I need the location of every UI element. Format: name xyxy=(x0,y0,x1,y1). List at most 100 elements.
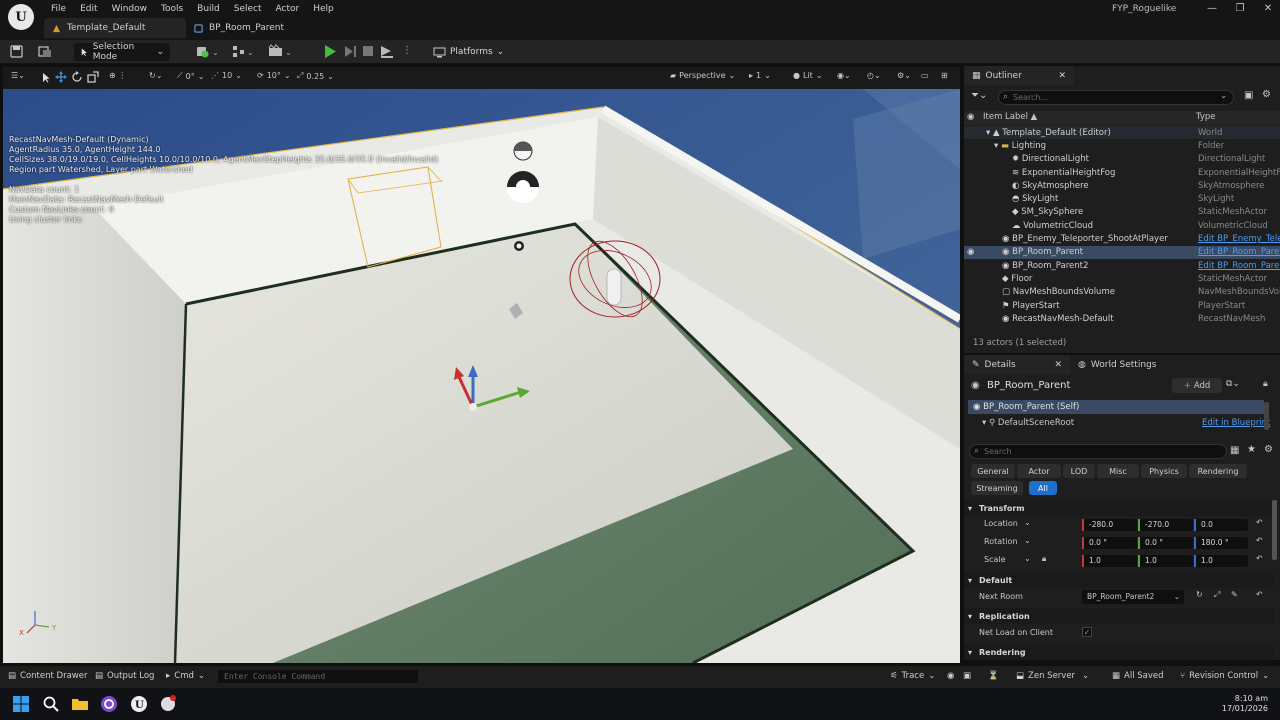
component-scrollbar[interactable] xyxy=(1264,402,1269,430)
reset-arrow-icon[interactable]: ↶ xyxy=(1256,590,1263,599)
location-y-field[interactable]: -270.0 xyxy=(1138,519,1193,531)
stop-icon[interactable] xyxy=(362,45,374,57)
list-item[interactable]: ✹ DirectionalLight DirectionalLight xyxy=(964,153,1280,166)
zen-server-button[interactable]: ⬓ Zen Server xyxy=(1016,671,1075,681)
chevron-down-icon[interactable]: ⌄ xyxy=(1024,518,1031,527)
list-item[interactable]: ≋ ExponentialHeightFog ExponentialHeightF… xyxy=(964,166,1280,179)
menu-actor[interactable]: Actor xyxy=(269,2,307,16)
close-icon[interactable]: ✕ xyxy=(1254,3,1280,14)
scale-x-field[interactable]: 1.0 xyxy=(1082,555,1137,567)
next-room-dropdown[interactable]: BP_Room_Parent2 ⌄ xyxy=(1082,590,1184,604)
file-explorer-icon[interactable] xyxy=(71,695,89,713)
level-viewport[interactable]: Y X RecastNavMesh-Default (Dynamic) Agen… xyxy=(3,89,960,663)
rotation-z-field[interactable]: 180.0 ° xyxy=(1194,537,1248,549)
list-item[interactable]: ⚑ PlayerStart PlayerStart xyxy=(964,299,1280,312)
blueprint-options-icon[interactable]: ⧉⌄ xyxy=(1226,379,1240,389)
category-streaming[interactable]: Streaming xyxy=(971,481,1023,495)
maximize-icon[interactable]: ❐ xyxy=(1226,3,1254,14)
category-lod[interactable]: LOD xyxy=(1063,464,1095,478)
scale-label[interactable]: Scale xyxy=(984,555,1006,564)
list-item[interactable]: ☁ VolumetricCloud VolumetricCloud xyxy=(964,219,1280,232)
unreal-logo-icon[interactable]: U xyxy=(8,4,34,30)
rotation-label[interactable]: Rotation xyxy=(984,537,1017,546)
category-misc[interactable]: Misc xyxy=(1097,464,1139,478)
eject-icon[interactable] xyxy=(380,44,394,59)
use-selected-icon[interactable]: ↻ xyxy=(1196,590,1203,599)
close-icon[interactable]: ✕ xyxy=(1058,71,1066,81)
menu-edit[interactable]: Edit xyxy=(73,2,104,16)
details-settings-gear-icon[interactable]: ⚙ xyxy=(1264,444,1273,455)
item-label-column[interactable]: Item Label ▲ xyxy=(983,112,1037,122)
list-item[interactable]: ◆ SM_SkySphere StaticMeshActor xyxy=(964,206,1280,219)
category-general[interactable]: General xyxy=(971,464,1015,478)
cmd-button[interactable]: ▸ Cmd ⌄ xyxy=(166,671,205,681)
rotation-snap-button[interactable]: ⟋ 0° ⌄ xyxy=(177,71,204,81)
play-icon[interactable] xyxy=(323,44,337,59)
menu-tools[interactable]: Tools xyxy=(154,2,190,16)
menu-file[interactable]: File xyxy=(44,2,73,16)
rotate-tool-icon[interactable] xyxy=(71,71,83,83)
add-actor-icon[interactable]: ⌄ xyxy=(196,44,218,59)
type-column[interactable]: Type xyxy=(1196,112,1216,122)
replication-section-header[interactable]: ▾ Replication xyxy=(964,608,1274,624)
screenshot-icon[interactable]: ▣ xyxy=(963,671,971,681)
revision-control-button[interactable]: ⑂ Revision Control ⌄ xyxy=(1180,671,1269,681)
list-item[interactable]: ▾ ▲ Template_Default (Editor) World xyxy=(964,126,1280,140)
category-rendering[interactable]: Rendering xyxy=(1189,464,1247,478)
derived-data-icon[interactable]: ⏳ xyxy=(988,671,999,681)
list-item-selected[interactable]: ◉ ◉ BP_Room_Parent Edit BP_Room_Parent xyxy=(964,245,1280,259)
menu-select[interactable]: Select xyxy=(227,2,269,16)
translate-tool-icon[interactable] xyxy=(55,71,67,83)
windows-start-icon[interactable] xyxy=(12,695,30,713)
close-icon[interactable]: ✕ xyxy=(1054,360,1062,370)
trace-button[interactable]: ⚟ Trace ⌄ xyxy=(890,671,935,681)
favorites-star-icon[interactable]: ★ xyxy=(1247,444,1256,455)
list-item[interactable]: ▢ NavMeshBoundsVolumeNavMeshBoundsVolume xyxy=(964,286,1280,299)
edit-in-blueprint-link[interactable]: Edit in Blueprint xyxy=(1202,418,1270,428)
tab-bp-room-parent[interactable]: BP_Room_Parent xyxy=(186,18,296,38)
performance-icon[interactable]: ◴⌄ xyxy=(867,71,881,80)
visibility-eye-icon[interactable]: ◉ xyxy=(967,112,974,122)
show-flags-icon[interactable]: ◉⌄ xyxy=(837,71,851,80)
select-tool-icon[interactable] xyxy=(41,72,51,83)
tab-world-settings[interactable]: ◍ World Settings xyxy=(1070,355,1170,374)
list-item[interactable]: ◆ Floor StaticMeshActor xyxy=(964,272,1280,285)
reset-arrow-icon[interactable]: ↶ xyxy=(1256,536,1263,545)
content-drawer-button[interactable]: ▤ Content Drawer xyxy=(8,671,87,681)
category-physics[interactable]: Physics xyxy=(1141,464,1187,478)
camera-speed-button[interactable]: ▸ 1 ⌄ xyxy=(749,71,771,80)
category-actor[interactable]: Actor xyxy=(1017,464,1061,478)
perspective-button[interactable]: ▰ Perspective ⌄ xyxy=(670,71,735,80)
github-desktop-icon[interactable] xyxy=(159,695,177,713)
record-icon[interactable]: ◉ xyxy=(947,671,954,681)
details-search-input[interactable]: ⌕ Search xyxy=(969,444,1227,459)
world-local-icon[interactable]: ⊕ ⋮ xyxy=(109,71,126,80)
settings-gear-icon[interactable]: ⚙ xyxy=(1262,89,1271,100)
play-options-icon[interactable]: ⋮ xyxy=(402,45,412,56)
menu-window[interactable]: Window xyxy=(105,2,155,16)
scale-snap-button[interactable]: ⤢ 0.25 ⌄ xyxy=(297,71,334,81)
rendering-section-header[interactable]: ▾ Rendering xyxy=(964,644,1274,660)
list-item[interactable]: ◉ BP_Room_Parent2 Edit BP_Room_Parent xyxy=(964,259,1280,272)
surface-snap-icon[interactable]: ↻⌄ xyxy=(149,71,162,80)
outliner-search-input[interactable]: ⌕ Search... ⌄ xyxy=(998,90,1234,105)
net-load-checkbox[interactable]: ✓ xyxy=(1082,627,1092,637)
self-component-row[interactable]: ◉ BP_Room_Parent (Self) xyxy=(968,400,1264,414)
settings-gear-icon[interactable]: ⚙⌄ xyxy=(897,71,911,80)
picker-icon[interactable]: ✎ xyxy=(1231,590,1238,599)
add-folder-icon[interactable]: ▣ xyxy=(1244,90,1253,101)
save-icon[interactable] xyxy=(10,45,23,58)
maximize-viewport-icon[interactable]: ▭ xyxy=(921,71,929,80)
step-icon[interactable] xyxy=(343,44,357,59)
cinematics-icon[interactable]: ⌄ xyxy=(268,44,292,59)
reset-arrow-icon[interactable]: ↶ xyxy=(1256,554,1263,563)
chevron-down-icon[interactable]: ⌄ xyxy=(1082,671,1089,681)
location-z-field[interactable]: 0.0 xyxy=(1194,519,1248,531)
transform-section-header[interactable]: ▾ Transform xyxy=(964,500,1274,516)
property-matrix-icon[interactable]: ▦ xyxy=(1230,445,1239,456)
angle-snap-button[interactable]: ⟳ 10° ⌄ xyxy=(257,71,291,80)
viewport-layout-icon[interactable]: ⊞ xyxy=(941,71,948,80)
browse-icon[interactable]: ⤢ xyxy=(1214,590,1220,600)
scale-z-field[interactable]: 1.0 xyxy=(1194,555,1248,567)
menu-help[interactable]: Help xyxy=(306,2,341,16)
